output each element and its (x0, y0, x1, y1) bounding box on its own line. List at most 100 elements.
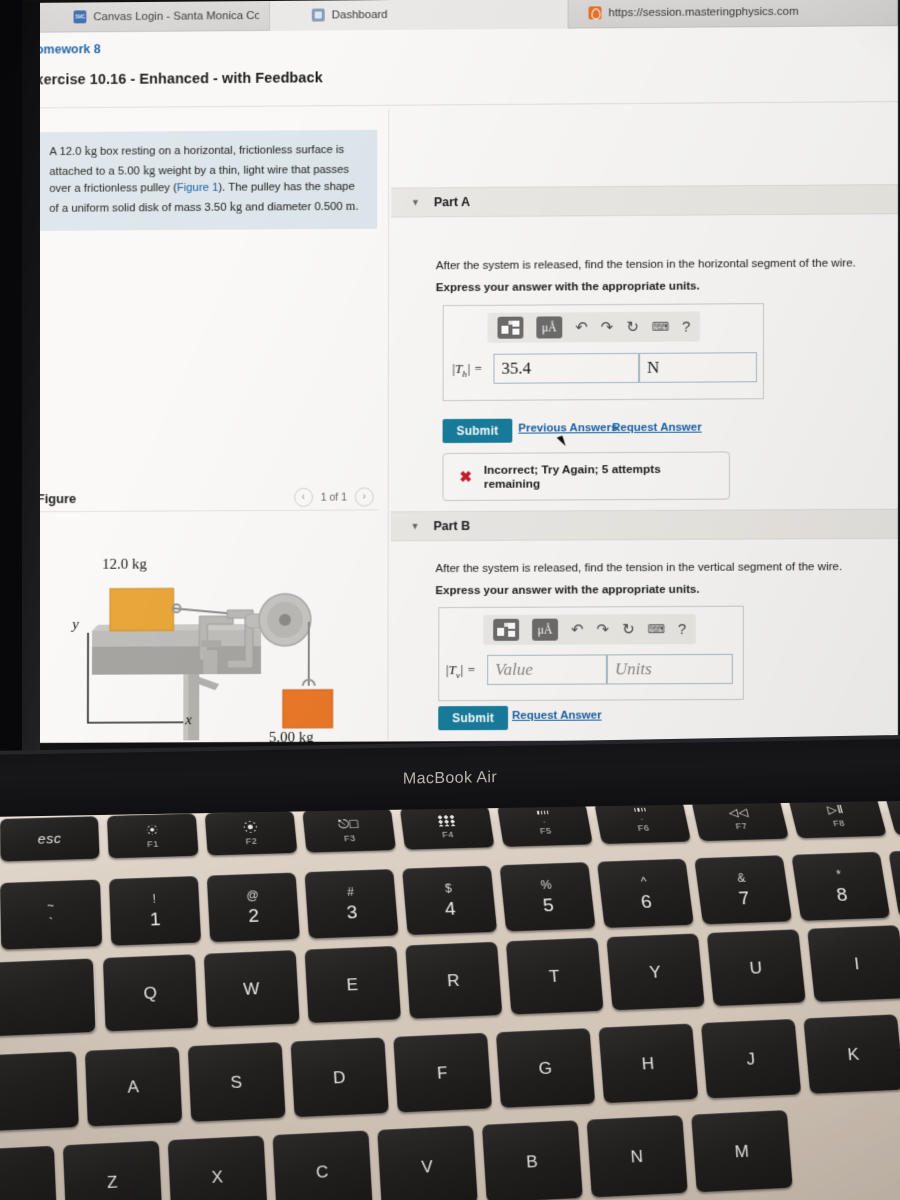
key-j[interactable]: J (700, 1018, 802, 1099)
key-r[interactable]: R (405, 941, 503, 1019)
key-shift[interactable] (0, 1145, 58, 1200)
key-k[interactable]: K (803, 1014, 900, 1094)
key-sub-label: F5 (539, 825, 553, 836)
key-w[interactable]: W (203, 950, 300, 1028)
page-content: ‹Homework 8 Exercise 10.16 - Enhanced - … (0, 26, 899, 744)
key-h[interactable]: H (598, 1023, 699, 1104)
part-b-answer-box: μÅ ↶ ↷ ↻ ⌨ ? |Tv| = Value Units (438, 605, 744, 702)
part-b-header[interactable]: ▼ Part B (390, 508, 899, 542)
reset-circle-icon[interactable]: ↻ (626, 318, 639, 335)
key-7[interactable]: & 7 (694, 855, 793, 925)
problem-statement: A 12.0 kg box resting on a horizontal, f… (37, 129, 378, 231)
key-backtick[interactable]: ~ ` (0, 879, 103, 950)
figure-1-link[interactable]: Figure 1 (177, 182, 219, 194)
key-6[interactable]: ^ 6 (596, 858, 694, 928)
reset-circle-icon[interactable]: ↻ (622, 621, 635, 638)
masteringphysics-favicon (588, 6, 602, 20)
undo-arrow-icon[interactable]: ↶ (571, 621, 584, 638)
key-tab[interactable] (0, 958, 97, 1037)
figure-navigation: ‹ 1 of 1 › (293, 487, 374, 507)
key-s[interactable]: S (187, 1041, 286, 1122)
part-b-symbol-sub: v (456, 669, 461, 680)
key-y[interactable]: Y (606, 933, 705, 1011)
redo-arrow-icon[interactable]: ↷ (601, 319, 614, 336)
key-label: esc (37, 830, 62, 847)
key-f[interactable]: F (393, 1032, 493, 1113)
key-u[interactable]: U (706, 929, 806, 1007)
part-a-header[interactable]: ▼ Part A (391, 184, 899, 218)
rewind-icon: ◁◁ (727, 805, 750, 820)
part-a-answer-box: μÅ ↶ ↷ ↻ ⌨ ? |Th| = 35.4 N (442, 303, 764, 402)
key-b[interactable]: B (481, 1120, 583, 1200)
help-question-icon[interactable]: ? (678, 620, 686, 637)
part-a-submit-button[interactable]: Submit (442, 418, 513, 444)
figure-diagram[interactable]: 12.0 kg 5.00 kg y x (32, 513, 380, 743)
key-x[interactable]: X (167, 1135, 268, 1200)
redo-arrow-icon[interactable]: ↷ (597, 621, 610, 638)
part-b-request-answer-link[interactable]: Request Answer (512, 710, 602, 722)
brightness-down-icon (147, 824, 158, 834)
keyboard-icon[interactable]: ⌨ (648, 622, 665, 636)
browser-tab-dashboard[interactable]: Dashboard (270, 0, 569, 31)
mu-angstrom-icon[interactable]: μÅ (532, 618, 559, 641)
part-a-answer-toolbar: μÅ ↶ ↷ ↻ ⌨ ? (487, 311, 701, 343)
part-b-value-input[interactable]: Value (487, 654, 607, 685)
key-z[interactable]: Z (62, 1140, 163, 1200)
key-caps-lock[interactable] (0, 1051, 79, 1133)
key-v[interactable]: V (377, 1125, 478, 1200)
chevron-down-icon[interactable]: ▼ (411, 521, 420, 531)
part-a-previous-answers-link[interactable]: Previous Answers (518, 422, 617, 435)
key-2[interactable]: @ 2 (206, 872, 300, 943)
help-question-icon[interactable]: ? (682, 318, 690, 335)
chevron-down-icon[interactable]: ▼ (411, 197, 420, 207)
key-f5-keyboard-brightness-down[interactable]: F5 (496, 802, 594, 847)
keyboard-icon[interactable]: ⌨ (652, 320, 669, 334)
key-bottom-label: 4 (443, 898, 457, 920)
undo-arrow-icon[interactable]: ↶ (575, 319, 588, 336)
part-b-units-input[interactable]: Units (606, 653, 733, 685)
problem-unit-kg: kg (84, 143, 97, 158)
key-esc[interactable]: esc (0, 816, 100, 862)
browser-tab-canvas[interactable]: Canvas Login - Santa Monica College (2, 0, 271, 33)
figure-box-label: 12.0 kg (102, 556, 147, 573)
key-4[interactable]: $ 4 (402, 865, 498, 936)
key-f3-mission-control[interactable]: ⎋□ F3 (302, 807, 397, 853)
key-label: H (641, 1053, 656, 1073)
fraction-template-icon[interactable] (493, 618, 520, 641)
fraction-template-icon[interactable] (497, 316, 524, 339)
key-f4-launchpad[interactable]: F4 (399, 804, 495, 850)
key-f2-brightness-up[interactable]: F2 (204, 810, 298, 856)
key-i[interactable]: I (807, 925, 900, 1002)
key-5[interactable]: % 5 (499, 862, 596, 932)
key-m[interactable]: M (691, 1110, 793, 1193)
key-t[interactable]: T (505, 937, 604, 1015)
key-g[interactable]: G (495, 1028, 596, 1108)
key-9[interactable]: ( 9 (888, 848, 900, 918)
key-f1-brightness-down[interactable]: F1 (106, 813, 199, 859)
chevron-right-icon[interactable]: › (354, 487, 374, 507)
part-a-value-input[interactable]: 35.4 (493, 352, 640, 384)
key-q[interactable]: Q (102, 954, 199, 1032)
key-e[interactable]: E (304, 945, 402, 1024)
key-3[interactable]: # 3 (304, 869, 399, 939)
key-8[interactable]: * 8 (791, 851, 891, 921)
key-1[interactable]: ! 1 (108, 875, 202, 946)
part-b-submit-button[interactable]: Submit (438, 705, 508, 731)
browser-tab-title: Dashboard (331, 8, 388, 21)
part-b-title: Part B (433, 518, 471, 534)
part-a-units-input[interactable]: N (639, 352, 757, 383)
key-n[interactable]: N (586, 1115, 688, 1198)
key-label: N (630, 1146, 645, 1166)
key-a[interactable]: A (84, 1046, 183, 1127)
dashboard-favicon (311, 8, 325, 22)
browser-tab-masteringphysics[interactable]: https://session.masteringphysics.com (568, 0, 899, 29)
part-a-request-answer-link[interactable]: Request Answer (612, 422, 702, 435)
part-b-question: After the system is released, find the t… (435, 560, 843, 576)
key-c[interactable]: C (272, 1130, 373, 1200)
key-d[interactable]: D (290, 1037, 389, 1118)
key-top-label: ~ (46, 898, 55, 913)
mu-angstrom-icon[interactable]: μÅ (536, 316, 563, 339)
chevron-left-icon[interactable]: ‹ (293, 487, 313, 507)
key-f6-keyboard-brightness-up[interactable]: F6 (594, 799, 692, 845)
keyboard-brightness-down-icon (535, 813, 552, 823)
